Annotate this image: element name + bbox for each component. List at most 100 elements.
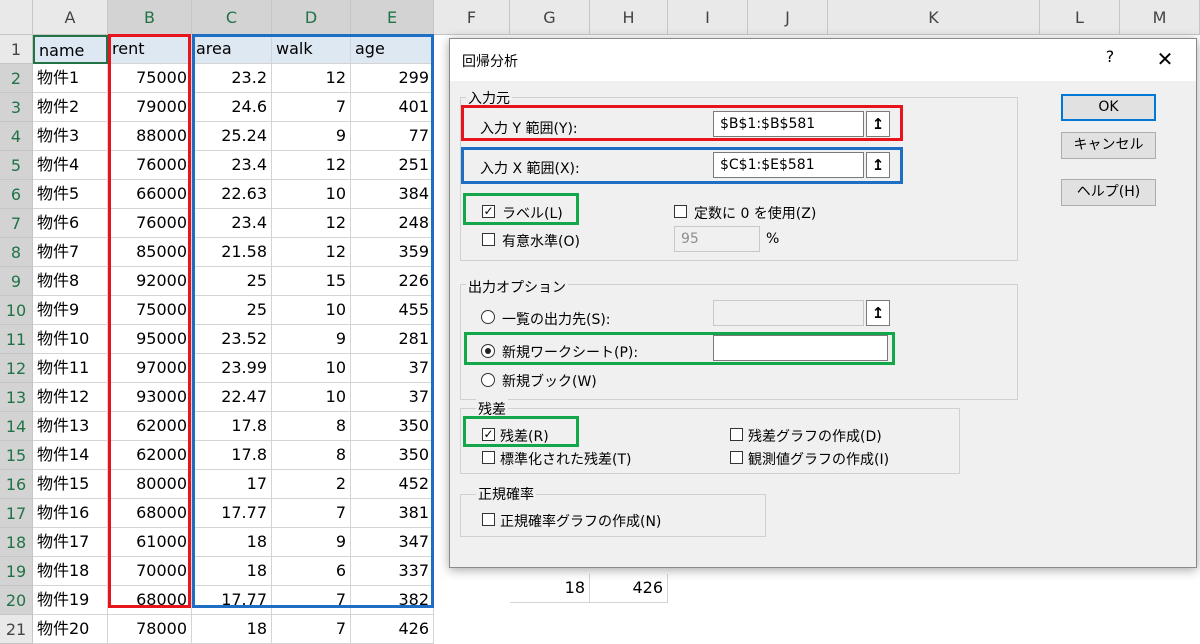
dialog-titlebar[interactable]: 回帰分析 ? ✕ xyxy=(450,39,1196,81)
table-cell[interactable]: 物件11 xyxy=(33,354,108,383)
column-header-b[interactable]: B xyxy=(108,0,192,35)
header-cell[interactable]: area xyxy=(192,35,272,64)
row-header-19[interactable]: 19 xyxy=(0,557,33,586)
row-header-4[interactable]: 4 xyxy=(0,122,33,151)
table-cell[interactable]: 12 xyxy=(272,151,351,180)
table-cell[interactable]: 17.77 xyxy=(192,586,272,615)
row-header-1[interactable]: 1 xyxy=(0,35,33,64)
table-cell[interactable]: 77 xyxy=(351,122,434,151)
table-cell[interactable]: 62000 xyxy=(108,441,192,470)
table-cell[interactable]: 10 xyxy=(272,296,351,325)
table-cell[interactable]: 80000 xyxy=(108,470,192,499)
column-header-h[interactable]: H xyxy=(590,0,668,35)
table-cell[interactable]: 物件15 xyxy=(33,470,108,499)
table-cell[interactable]: 384 xyxy=(351,180,434,209)
table-cell[interactable]: 226 xyxy=(351,267,434,296)
table-cell[interactable]: 23.99 xyxy=(192,354,272,383)
table-cell[interactable]: 17.77 xyxy=(192,499,272,528)
table-cell[interactable]: 75000 xyxy=(108,296,192,325)
table-cell[interactable]: 76000 xyxy=(108,151,192,180)
table-cell[interactable]: 物件19 xyxy=(33,586,108,615)
x-range-input[interactable]: $C$1:$E$581 xyxy=(713,152,864,178)
table-cell[interactable]: 25 xyxy=(192,296,272,325)
row-header-20[interactable]: 20 xyxy=(0,586,33,615)
table-cell[interactable]: 8 xyxy=(272,441,351,470)
table-cell[interactable]: 79000 xyxy=(108,93,192,122)
table-cell[interactable]: 455 xyxy=(351,296,434,325)
table-cell[interactable]: 6 xyxy=(272,557,351,586)
table-cell[interactable]: 7 xyxy=(272,586,351,615)
table-cell[interactable]: 347 xyxy=(351,528,434,557)
residual-plots-checkbox[interactable] xyxy=(730,428,743,441)
column-header-a[interactable]: A xyxy=(33,0,108,35)
table-cell[interactable]: 21.58 xyxy=(192,238,272,267)
cancel-button[interactable]: キャンセル xyxy=(1061,132,1156,159)
ok-button[interactable]: OK xyxy=(1061,94,1156,121)
cell-h21[interactable]: 426 xyxy=(590,574,668,603)
std-residuals-checkbox[interactable] xyxy=(482,451,495,464)
table-cell[interactable]: 382 xyxy=(351,586,434,615)
table-cell[interactable]: 物件5 xyxy=(33,180,108,209)
table-cell[interactable]: 95000 xyxy=(108,325,192,354)
table-cell[interactable]: 22.63 xyxy=(192,180,272,209)
table-cell[interactable]: 物件7 xyxy=(33,238,108,267)
table-cell[interactable]: 7 xyxy=(272,499,351,528)
row-header-9[interactable]: 9 xyxy=(0,267,33,296)
column-header-m[interactable]: M xyxy=(1120,0,1200,35)
output-range-input[interactable] xyxy=(713,300,864,326)
table-cell[interactable]: 9 xyxy=(272,528,351,557)
row-header-2[interactable]: 2 xyxy=(0,64,33,93)
table-cell[interactable]: 物件2 xyxy=(33,93,108,122)
table-cell[interactable]: 8 xyxy=(272,412,351,441)
labels-checkbox[interactable]: ✓ xyxy=(482,205,495,218)
table-cell[interactable]: 17.8 xyxy=(192,441,272,470)
table-cell[interactable]: 物件13 xyxy=(33,412,108,441)
table-cell[interactable]: 10 xyxy=(272,383,351,412)
header-cell[interactable]: rent xyxy=(108,35,192,64)
table-cell[interactable]: 25 xyxy=(192,267,272,296)
column-header-k[interactable]: K xyxy=(828,0,1040,35)
column-header-f[interactable]: F xyxy=(434,0,510,35)
table-cell[interactable]: 75000 xyxy=(108,64,192,93)
row-header-13[interactable]: 13 xyxy=(0,383,33,412)
table-cell[interactable]: 物件20 xyxy=(33,615,108,644)
table-cell[interactable]: 15 xyxy=(272,267,351,296)
table-cell[interactable]: 337 xyxy=(351,557,434,586)
table-cell[interactable]: 68000 xyxy=(108,586,192,615)
table-cell[interactable]: 248 xyxy=(351,209,434,238)
table-cell[interactable]: 10 xyxy=(272,180,351,209)
row-header-12[interactable]: 12 xyxy=(0,354,33,383)
table-cell[interactable]: 9 xyxy=(272,325,351,354)
table-cell[interactable]: 88000 xyxy=(108,122,192,151)
row-header-17[interactable]: 17 xyxy=(0,499,33,528)
table-cell[interactable]: 299 xyxy=(351,64,434,93)
table-cell[interactable]: 68000 xyxy=(108,499,192,528)
table-cell[interactable]: 76000 xyxy=(108,209,192,238)
table-cell[interactable]: 37 xyxy=(351,354,434,383)
table-cell[interactable]: 物件18 xyxy=(33,557,108,586)
header-cell[interactable]: age xyxy=(351,35,434,64)
table-cell[interactable]: 350 xyxy=(351,412,434,441)
help-question-icon[interactable]: ? xyxy=(1098,47,1122,66)
x-range-collapse-button[interactable]: ↥ xyxy=(866,152,890,178)
table-cell[interactable]: 物件6 xyxy=(33,209,108,238)
new-sheet-name-input[interactable] xyxy=(713,335,888,361)
table-cell[interactable]: 251 xyxy=(351,151,434,180)
table-cell[interactable]: 23.52 xyxy=(192,325,272,354)
cell-g21[interactable]: 18 xyxy=(510,574,590,603)
table-cell[interactable]: 97000 xyxy=(108,354,192,383)
table-cell[interactable]: 24.6 xyxy=(192,93,272,122)
table-cell[interactable]: 23.4 xyxy=(192,151,272,180)
help-button[interactable]: ヘルプ(H) xyxy=(1061,179,1156,206)
table-cell[interactable]: 25.24 xyxy=(192,122,272,151)
output-range-collapse-button[interactable]: ↥ xyxy=(866,300,890,326)
row-header-10[interactable]: 10 xyxy=(0,296,33,325)
row-header-11[interactable]: 11 xyxy=(0,325,33,354)
table-cell[interactable]: 281 xyxy=(351,325,434,354)
column-header-d[interactable]: D xyxy=(272,0,351,35)
table-cell[interactable]: 物件8 xyxy=(33,267,108,296)
table-cell[interactable]: 62000 xyxy=(108,412,192,441)
row-header-3[interactable]: 3 xyxy=(0,93,33,122)
new-book-radio[interactable] xyxy=(481,373,495,387)
table-cell[interactable]: 66000 xyxy=(108,180,192,209)
